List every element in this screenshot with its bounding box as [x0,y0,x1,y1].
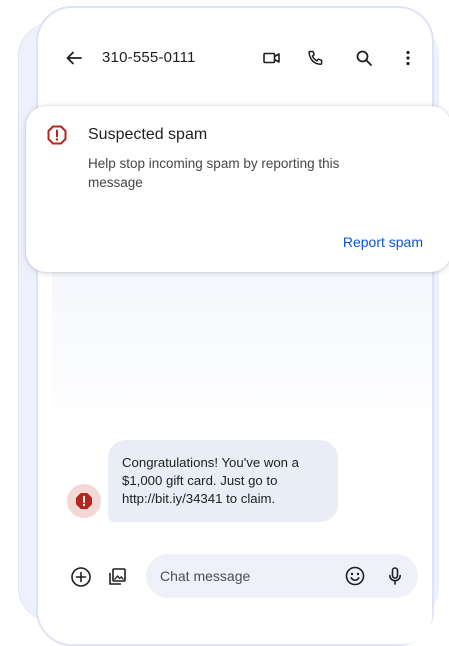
report-spam-button[interactable]: Report spam [343,234,423,250]
composer-bar: Chat message [66,554,426,600]
gallery-icon[interactable] [106,566,128,588]
spam-warning-icon [76,493,92,509]
warning-outline-icon [46,124,68,146]
phone-icon[interactable] [306,48,326,68]
suspected-spam-card: Suspected spam Help stop incoming spam b… [26,106,449,272]
contact-title: 310-555-0111 [102,49,196,66]
sender-avatar[interactable] [67,484,101,518]
more-vert-icon[interactable] [398,48,418,68]
phone-frame [36,6,434,646]
top-app-bar: 310-555-0111 [64,44,429,72]
message-text: Congratulations! You've won a $1,000 gif… [122,455,300,506]
back-arrow-icon[interactable] [64,48,84,68]
chat-message-input[interactable]: Chat message [146,554,418,598]
spam-description: Help stop incoming spam by reporting thi… [88,156,340,190]
mic-icon[interactable] [384,565,406,587]
emoji-icon[interactable] [344,565,366,587]
search-icon[interactable] [354,48,374,68]
video-call-icon[interactable] [262,48,282,68]
add-icon[interactable] [70,566,92,588]
spam-title: Suspected spam [88,126,208,143]
message-bubble[interactable]: Congratulations! You've won a $1,000 gif… [108,440,338,522]
chat-placeholder: Chat message [160,568,251,584]
